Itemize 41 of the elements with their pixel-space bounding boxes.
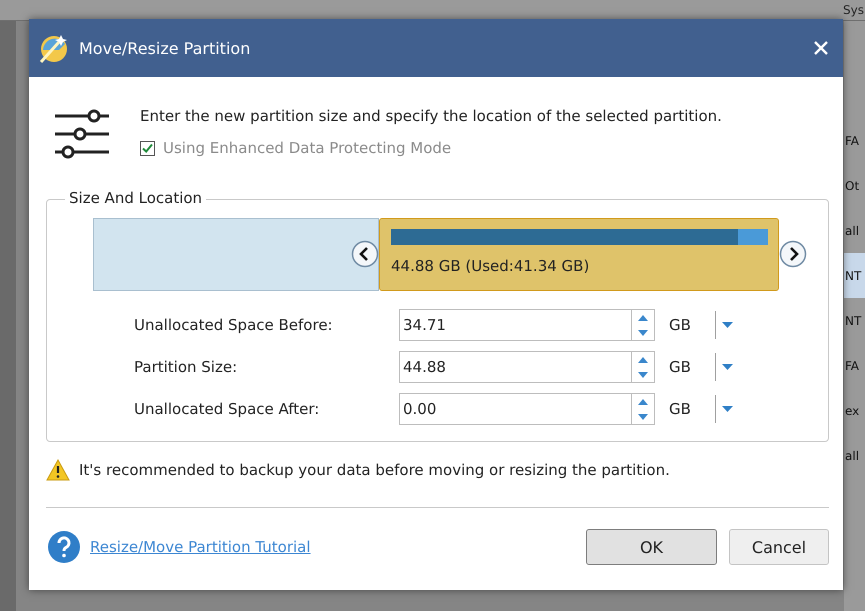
close-icon[interactable] (813, 40, 829, 56)
unit-label: GB (668, 358, 692, 376)
cancel-button[interactable]: Cancel (729, 529, 829, 565)
table-cell[interactable]: FA (844, 118, 865, 163)
number-field[interactable]: 44.88 (399, 351, 631, 383)
field-label: Partition Size: (134, 358, 238, 376)
table-cell[interactable]: Ot (844, 163, 865, 208)
table-cell[interactable]: NT (844, 253, 865, 298)
column-header: Sys (843, 2, 865, 19)
unit-label: GB (668, 316, 692, 334)
partition-label: 44.88 GB (Used:41.34 GB) (391, 257, 590, 275)
dropdown-caret-icon[interactable] (722, 322, 733, 328)
table-cell[interactable]: ex (844, 388, 865, 433)
number-field[interactable]: 34.71 (399, 309, 631, 341)
number-field[interactable]: 0.00 (399, 393, 631, 425)
partition-block[interactable]: 44.88 GB (Used:41.34 GB) (379, 218, 779, 291)
field-label: Unallocated Space After: (134, 400, 320, 418)
checkbox-label: Using Enhanced Data Protecting Mode (163, 139, 452, 157)
warning-text: It's recommended to backup your data before moving or resizing the partition. (79, 461, 670, 479)
tutorial-link[interactable]: Resize/Move Partition Tutorial (90, 538, 311, 556)
ok-button[interactable]: OK (586, 529, 717, 565)
table-cell[interactable]: all (844, 433, 865, 478)
instruction-text: Enter the new partition size and specify the location of the selected partition. (140, 107, 722, 125)
spin-buttons[interactable] (631, 393, 655, 425)
table-cell[interactable]: NT (844, 298, 865, 343)
left-arrow-handle[interactable] (351, 240, 379, 268)
window-title: Move/Resize Partition (79, 38, 252, 58)
help-icon[interactable] (48, 531, 80, 563)
dropdown-caret-icon[interactable] (722, 364, 733, 370)
warning-icon (46, 459, 70, 481)
spin-buttons[interactable] (631, 351, 655, 383)
table-cell[interactable]: all (844, 208, 865, 253)
unit-label: GB (668, 400, 692, 418)
right-arrow-handle[interactable] (779, 240, 807, 268)
scrollbar-track[interactable] (0, 21, 16, 611)
sliders-icon (54, 107, 110, 159)
field-label: Unallocated Space Before: (134, 316, 334, 334)
spin-buttons[interactable] (631, 309, 655, 341)
checkbox[interactable] (140, 140, 155, 156)
table-cell[interactable]: FA (844, 343, 865, 388)
dropdown-caret-icon[interactable] (722, 406, 733, 412)
